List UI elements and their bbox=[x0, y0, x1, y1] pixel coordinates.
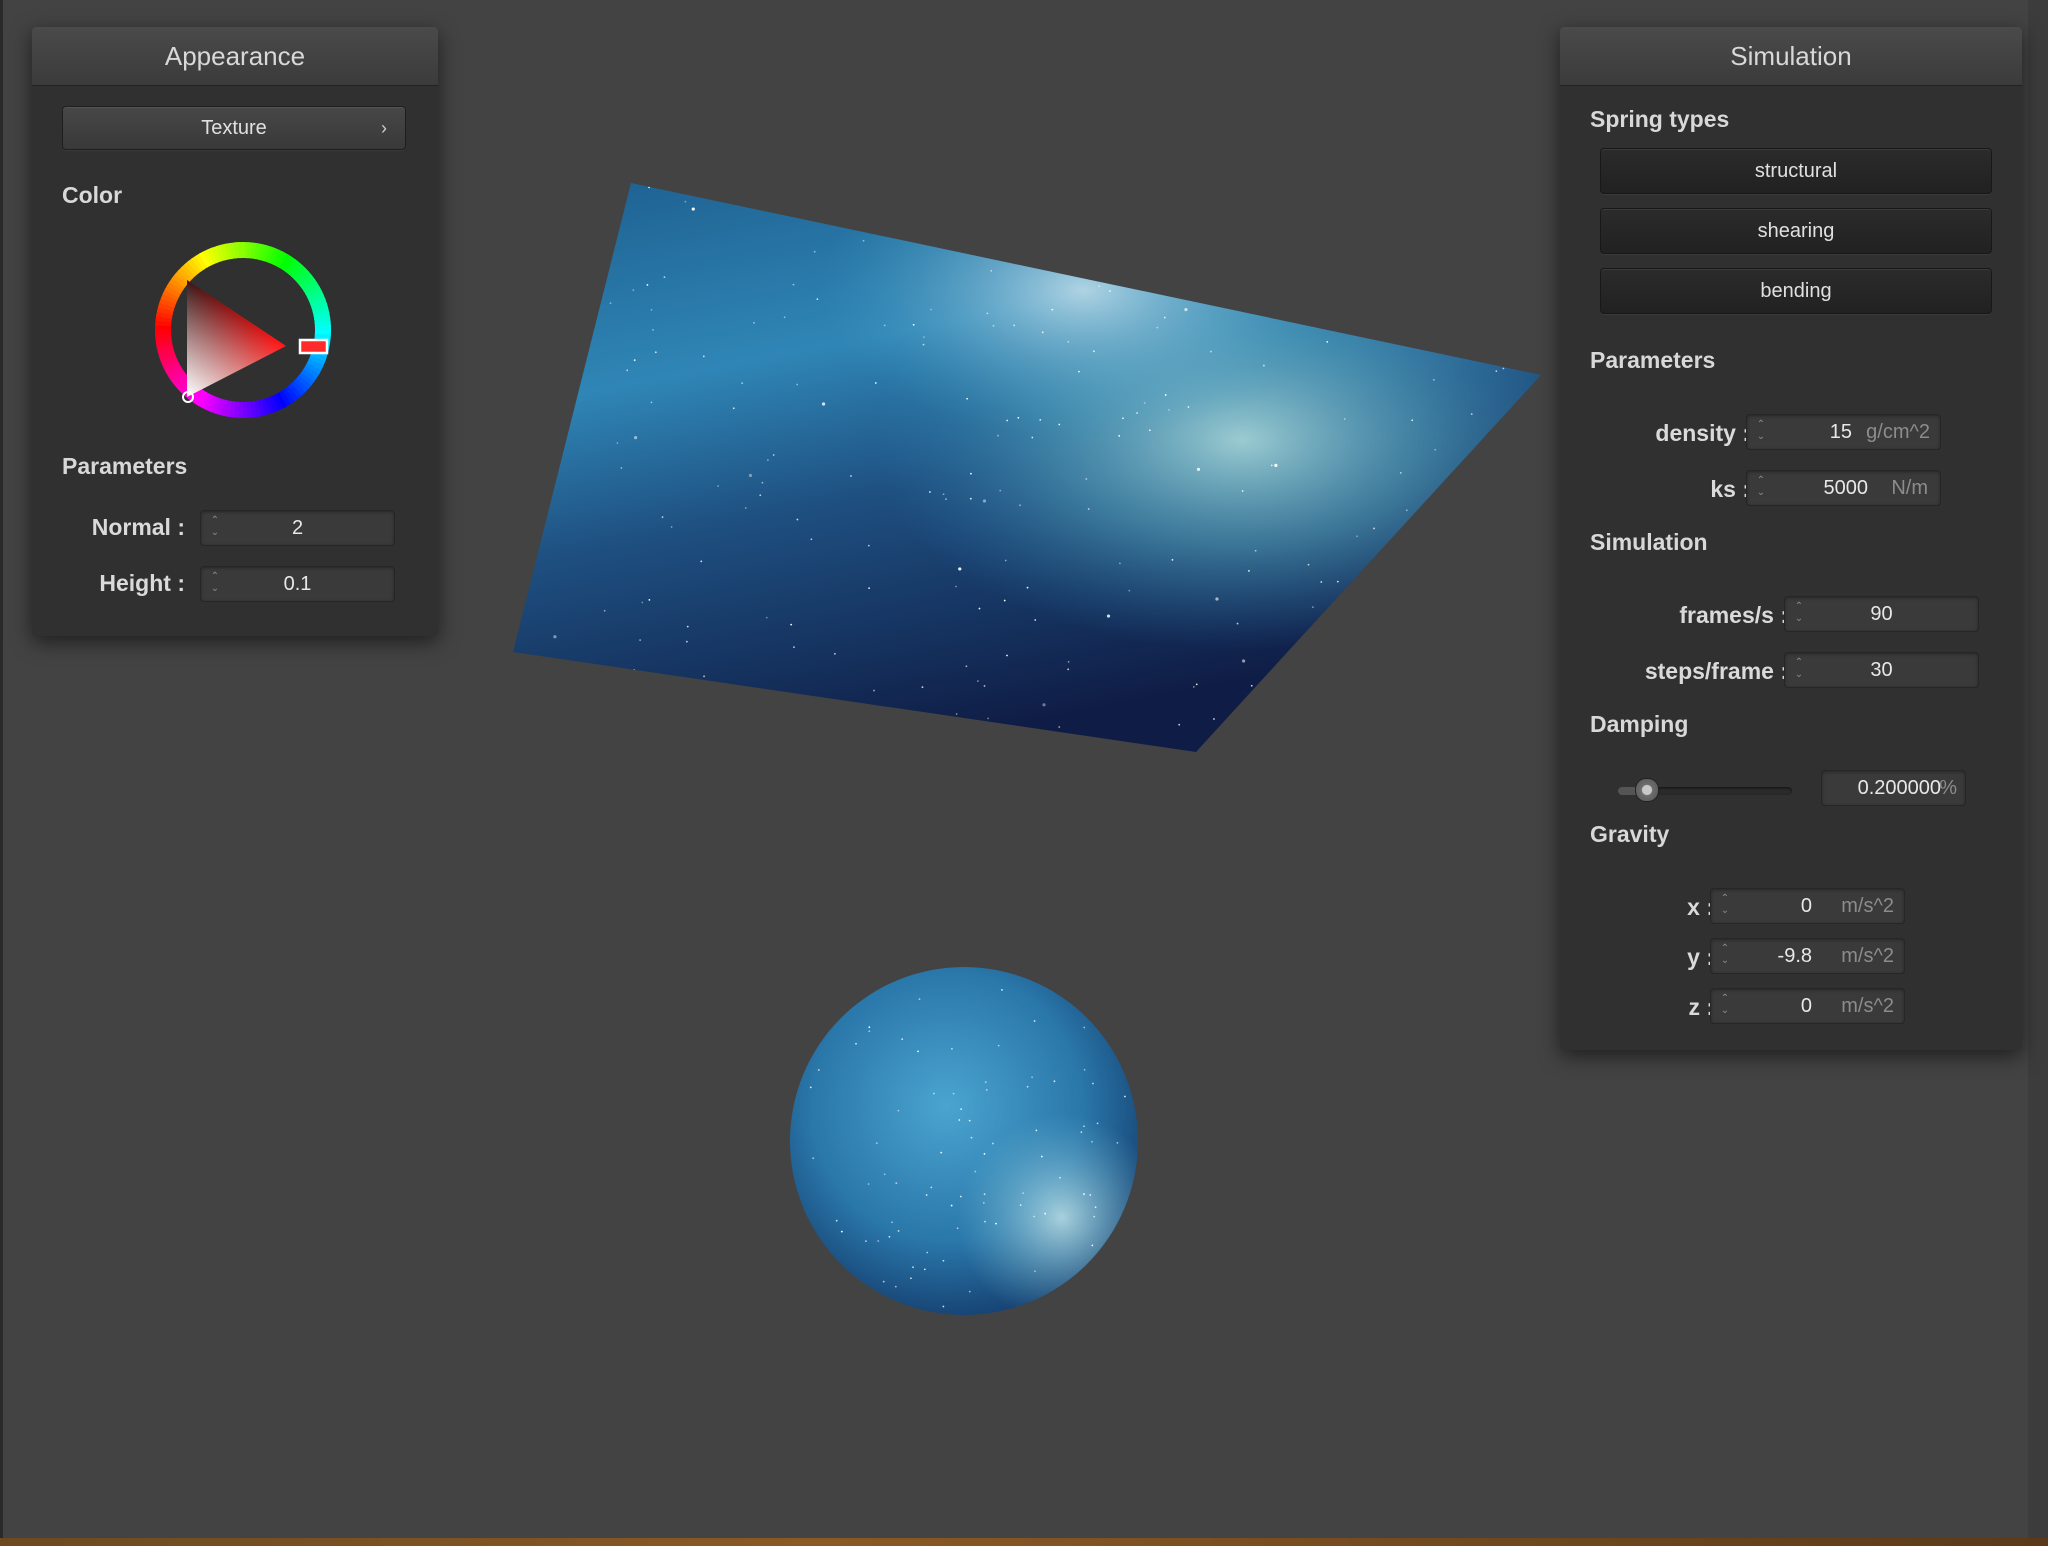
gravity-x-value: 0 bbox=[1800, 895, 1812, 917]
shearing-label: shearing bbox=[1757, 220, 1835, 242]
hue-picker[interactable] bbox=[298, 338, 329, 355]
damping-field[interactable]: 0.200000 % bbox=[1821, 770, 1966, 806]
height-field[interactable]: ⌃ ⌄ 0.1 bbox=[200, 566, 395, 602]
density-unit: g/cm^2 bbox=[1866, 421, 1930, 443]
sim-parameters-heading: Parameters bbox=[1590, 347, 1716, 373]
gravity-z-field[interactable]: ⌃ ⌄ 0 m/s^2 bbox=[1710, 988, 1905, 1024]
bending-toggle[interactable]: bending bbox=[1600, 268, 1992, 314]
gravity-y-unit: m/s^2 bbox=[1841, 945, 1894, 967]
simulation-panel: Simulation Spring types structural shear… bbox=[1560, 27, 2022, 1050]
gravity-z-value: 0 bbox=[1800, 995, 1812, 1017]
appearance-parameters-heading: Parameters bbox=[62, 453, 188, 479]
sim-simulation-heading: Simulation bbox=[1590, 529, 1708, 555]
spinner-arrows-icon[interactable]: ⌃ ⌄ bbox=[1719, 893, 1731, 919]
color-heading: Color bbox=[62, 182, 123, 208]
damping-slider[interactable] bbox=[1618, 778, 1792, 802]
ks-field[interactable]: ⌃ ⌄ 5000 N/m bbox=[1746, 470, 1941, 506]
spinner-arrows-icon[interactable]: ⌃ ⌄ bbox=[1755, 419, 1767, 445]
cloth-mesh bbox=[513, 183, 1541, 752]
window-right-edge bbox=[2028, 0, 2048, 1546]
frames-per-s-label: frames/s : bbox=[1679, 602, 1788, 628]
damping-heading: Damping bbox=[1590, 711, 1689, 737]
spring-types-heading: Spring types bbox=[1590, 106, 1730, 132]
gravity-y-label: y : bbox=[1687, 944, 1714, 970]
gravity-y-field[interactable]: ⌃ ⌄ -9.8 m/s^2 bbox=[1710, 938, 1905, 974]
structural-label: structural bbox=[1754, 160, 1838, 182]
frames-per-s-field[interactable]: ⌃ ⌄ 90 bbox=[1784, 596, 1979, 632]
steps-per-frame-label: steps/frame : bbox=[1644, 658, 1788, 684]
gravity-heading: Gravity bbox=[1590, 821, 1670, 847]
color-wheel[interactable] bbox=[145, 232, 341, 428]
simulation-panel-header[interactable]: Simulation bbox=[1560, 27, 2022, 86]
steps-per-frame-value: 30 bbox=[1870, 659, 1893, 681]
texture-button[interactable]: Texture › bbox=[62, 106, 406, 150]
damping-unit: % bbox=[1939, 777, 1957, 799]
appearance-title: Appearance bbox=[164, 41, 306, 71]
gravity-x-label: x : bbox=[1687, 894, 1714, 920]
gravity-x-field[interactable]: ⌃ ⌄ 0 m/s^2 bbox=[1710, 888, 1905, 924]
density-field[interactable]: ⌃ ⌄ 15 g/cm^2 bbox=[1746, 414, 1941, 450]
frames-per-s-value: 90 bbox=[1870, 603, 1893, 625]
simulation-title: Simulation bbox=[1730, 41, 1852, 71]
appearance-panel: Appearance Texture › Color Parameters No… bbox=[32, 27, 438, 636]
shearing-toggle[interactable]: shearing bbox=[1600, 208, 1992, 254]
normal-value: 2 bbox=[291, 517, 304, 539]
steps-per-frame-field[interactable]: ⌃ ⌄ 30 bbox=[1784, 652, 1979, 688]
window-left-edge bbox=[0, 0, 3, 1546]
ks-unit: N/m bbox=[1891, 477, 1928, 499]
desktop-strip bbox=[0, 1538, 2048, 1546]
chevron-right-icon: › bbox=[381, 118, 387, 138]
gravity-z-unit: m/s^2 bbox=[1841, 995, 1894, 1017]
structural-toggle[interactable]: structural bbox=[1600, 148, 1992, 194]
bending-label: bending bbox=[1760, 280, 1832, 302]
spinner-arrows-icon[interactable]: ⌃ ⌄ bbox=[1755, 475, 1767, 501]
height-value: 0.1 bbox=[283, 573, 312, 595]
ks-value: 5000 bbox=[1823, 477, 1869, 499]
gravity-z-label: z : bbox=[1688, 994, 1714, 1020]
appearance-panel-header[interactable]: Appearance bbox=[32, 27, 438, 86]
normal-field[interactable]: ⌃ ⌄ 2 bbox=[200, 510, 395, 546]
ks-label: ks : bbox=[1710, 476, 1750, 502]
height-label: Height : bbox=[99, 570, 185, 596]
damping-value: 0.200000 bbox=[1857, 777, 1941, 799]
gravity-y-value: -9.8 bbox=[1777, 945, 1812, 967]
density-label: density : bbox=[1655, 420, 1750, 446]
damping-slider-knob[interactable] bbox=[1635, 778, 1660, 802]
gravity-x-unit: m/s^2 bbox=[1841, 895, 1894, 917]
sphere bbox=[790, 967, 1138, 1315]
spinner-arrows-icon[interactable]: ⌃ ⌄ bbox=[1719, 943, 1731, 969]
normal-label: Normal : bbox=[91, 514, 185, 540]
density-value: 15 bbox=[1829, 421, 1852, 443]
spinner-arrows-icon[interactable]: ⌃ ⌄ bbox=[1719, 993, 1731, 1019]
texture-button-label: Texture bbox=[201, 117, 267, 139]
